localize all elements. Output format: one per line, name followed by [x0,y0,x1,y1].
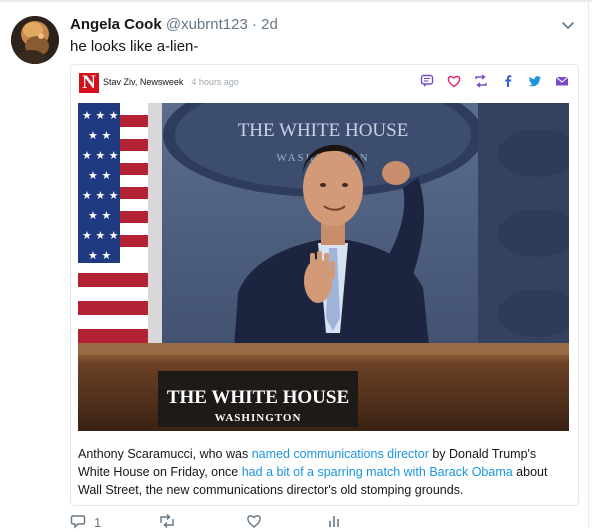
tweet-text: he looks like a-lien- [70,38,199,55]
retweet-action-icon [158,513,176,532]
podium-text: THE WHITE HOUSE [167,387,349,408]
svg-text:★ ★ ★: ★ ★ ★ [82,229,119,242]
like-icon [246,513,262,532]
link-named-communications-director[interactable]: named communications director [252,447,429,461]
heart-icon[interactable] [447,74,461,88]
retweet-button[interactable] [158,513,246,532]
svg-text:★ ★: ★ ★ [88,209,111,222]
newsweek-logo: N [79,73,99,93]
right-divider [588,0,589,528]
comment-icon[interactable] [420,74,434,88]
link-sparring-match[interactable]: had a bit of a sparring match with Barac… [242,465,513,479]
tweet-timestamp[interactable]: 2d [261,16,278,33]
link-card[interactable]: N Stav Ziv, Newsweek 4 hours ago THE WHI… [70,64,579,506]
svg-text:★ ★: ★ ★ [88,129,111,142]
like-button[interactable] [246,513,326,532]
svg-text:★ ★: ★ ★ [88,169,111,182]
svg-text:★ ★: ★ ★ [88,249,111,262]
card-author: Stav Ziv, Newsweek [103,77,184,87]
seal-text: THE WHITE HOUSE [238,120,409,141]
user-handle[interactable]: @xubrnt123 [166,16,248,33]
podium-subtext: WASHINGTON [215,412,302,424]
reply-icon [70,513,86,532]
analytics-icon [326,513,342,532]
card-excerpt: Anthony Scaramucci, who was named commun… [78,445,563,499]
article-photo[interactable]: THE WHITE HOUSE WASHINGTON [78,103,569,431]
top-divider [0,0,592,2]
twitter-bird-icon[interactable] [528,74,542,88]
svg-text:★ ★ ★: ★ ★ ★ [82,109,119,122]
retweet-icon[interactable] [474,74,488,88]
analytics-button[interactable] [326,513,342,532]
separator-dot: · [251,16,257,33]
card-byline: Stav Ziv, Newsweek 4 hours ago [103,77,239,87]
tweet-header: Angela Cook @xubrnt123 · 2d [70,15,278,35]
reply-button[interactable]: 1 [70,513,158,532]
excerpt-text-1: Anthony Scaramucci, who was [78,447,252,461]
avatar[interactable] [11,16,59,64]
chevron-down-icon[interactable] [560,17,576,33]
tweet-actions: 1 [70,513,342,532]
svg-text:★ ★ ★: ★ ★ ★ [82,149,119,162]
card-share-icons [420,74,569,88]
facebook-icon[interactable] [501,74,515,88]
display-name[interactable]: Angela Cook [70,16,162,33]
svg-text:★ ★ ★: ★ ★ ★ [82,189,119,202]
card-time-ago: 4 hours ago [191,77,239,87]
email-icon[interactable] [555,74,569,88]
